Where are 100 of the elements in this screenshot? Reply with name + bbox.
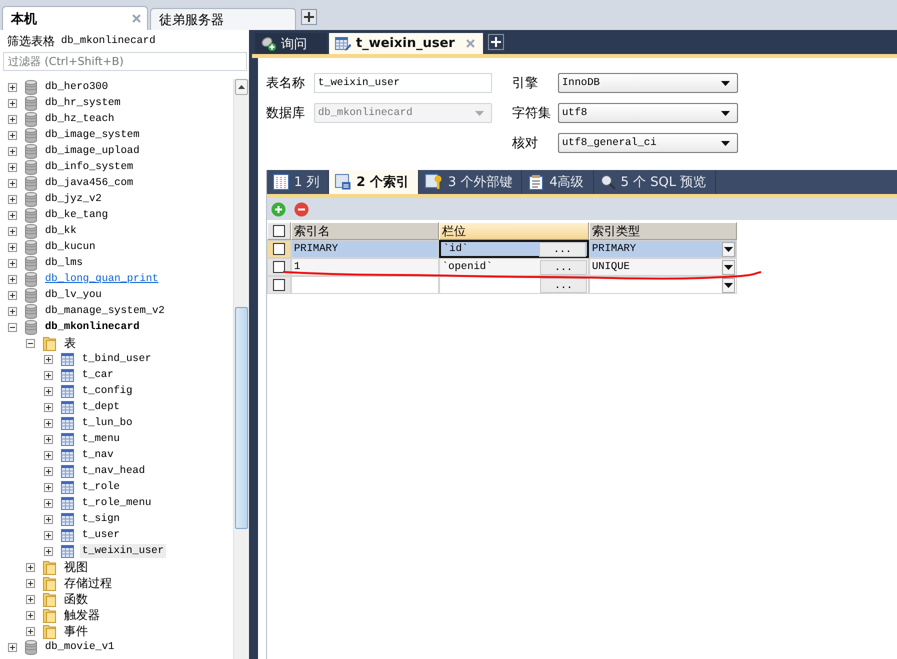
ellipsis-button[interactable]: ... — [540, 278, 587, 292]
tree-item[interactable]: db_kk — [43, 224, 79, 238]
tree-item[interactable]: db_java456_com — [43, 176, 136, 190]
column-header[interactable]: 栏位 — [439, 222, 589, 240]
expand-icon[interactable] — [8, 114, 17, 124]
scrollbar[interactable] — [233, 79, 249, 659]
dropdown-field[interactable]: InnoDB — [558, 73, 738, 93]
expand-icon[interactable] — [44, 402, 53, 412]
tree-item[interactable]: t_lun_bo — [80, 416, 134, 430]
checkbox[interactable] — [273, 279, 285, 291]
tree-item[interactable]: 视图 — [62, 560, 90, 574]
tree-item[interactable]: t_role_menu — [80, 496, 154, 510]
ellipsis-button[interactable]: ... — [539, 242, 586, 256]
expand-icon[interactable] — [44, 386, 53, 396]
expand-icon[interactable] — [8, 290, 17, 300]
dropdown-field[interactable]: utf8 — [558, 103, 738, 123]
text-field[interactable]: t_weixin_user — [314, 73, 492, 93]
checkbox[interactable] — [273, 261, 285, 273]
expand-icon[interactable] — [8, 194, 17, 204]
collapse-icon[interactable] — [26, 338, 35, 348]
editor-tab[interactable]: 询问 — [255, 33, 327, 54]
expand-icon[interactable] — [8, 146, 17, 156]
column-header[interactable]: 索引类型 — [589, 222, 737, 240]
tree-item[interactable]: 事件 — [62, 624, 90, 638]
expand-icon[interactable] — [44, 498, 53, 508]
editor-tab[interactable]: t_weixin_user — [329, 33, 483, 54]
section-tab[interactable]: 2 个索引 — [329, 170, 419, 194]
expand-icon[interactable] — [44, 370, 53, 380]
filter-field[interactable]: 过滤器 (Ctrl+Shift+B) — [3, 52, 247, 71]
tree-item[interactable]: db_image_upload — [43, 144, 142, 158]
tree-item[interactable]: t_user — [80, 528, 122, 542]
add-icon[interactable] — [271, 202, 286, 216]
tree-item[interactable]: 存储过程 — [62, 576, 114, 590]
dropdown-field[interactable]: UNIQUE — [589, 258, 737, 276]
new-tab-button[interactable] — [301, 9, 317, 25]
expand-icon[interactable] — [26, 594, 35, 604]
ellipsis-button[interactable]: ... — [540, 260, 587, 274]
tree-item[interactable]: 表 — [62, 336, 78, 350]
expand-icon[interactable] — [26, 626, 35, 636]
expand-icon[interactable] — [44, 514, 53, 524]
tree-item[interactable]: db_hr_system — [43, 96, 123, 110]
tree-item[interactable]: t_weixin_user — [80, 544, 166, 558]
expand-icon[interactable] — [44, 450, 53, 460]
tree-item[interactable]: db_kucun — [43, 240, 98, 254]
expand-icon[interactable] — [44, 466, 53, 476]
expand-icon[interactable] — [8, 306, 17, 316]
expand-icon[interactable] — [44, 354, 53, 364]
tree-item[interactable]: db_lms — [43, 256, 85, 270]
tree-item[interactable]: db_mkonlinecard — [43, 320, 142, 334]
expand-icon[interactable] — [44, 546, 53, 556]
tree-item[interactable]: t_dept — [80, 400, 122, 414]
remove-icon[interactable] — [294, 202, 309, 216]
expand-icon[interactable] — [8, 82, 17, 92]
tree-item[interactable]: t_car — [80, 368, 116, 382]
scroll-up-icon[interactable] — [238, 85, 245, 89]
checkbox[interactable] — [273, 243, 285, 255]
expand-icon[interactable] — [8, 162, 17, 172]
tree-item[interactable]: db_hz_teach — [43, 112, 116, 126]
expand-icon[interactable] — [26, 562, 35, 572]
expand-icon[interactable] — [8, 642, 17, 652]
tree-item[interactable]: 触发器 — [62, 608, 102, 622]
tree-item[interactable]: t_bind_user — [80, 352, 154, 366]
tree-item[interactable]: t_nav — [80, 448, 116, 462]
tree-item[interactable]: db_hero300 — [43, 80, 110, 94]
tree-item[interactable]: db_movie_v1 — [43, 640, 116, 654]
expand-icon[interactable] — [8, 274, 17, 284]
expand-icon[interactable] — [8, 130, 17, 140]
tree-item[interactable]: db_jyz_v2 — [43, 192, 104, 206]
tree-item[interactable]: db_manage_system_v2 — [43, 304, 167, 318]
tree-item[interactable]: t_sign — [80, 512, 122, 526]
expand-icon[interactable] — [8, 98, 17, 108]
checkbox[interactable] — [273, 225, 285, 237]
expand-icon[interactable] — [8, 226, 17, 236]
expand-icon[interactable] — [26, 578, 35, 588]
tree-item[interactable]: 函数 — [62, 592, 90, 606]
dropdown-field[interactable]: PRIMARY — [589, 240, 737, 258]
expand-icon[interactable] — [44, 530, 53, 540]
tree-item[interactable]: db_info_system — [43, 160, 136, 174]
connection-tab[interactable]: 徒弟服务器 — [150, 8, 296, 30]
tree-item[interactable]: t_config — [80, 384, 134, 398]
expand-icon[interactable] — [8, 178, 17, 188]
tree-item[interactable]: db_long_quan_print — [43, 272, 160, 286]
connection-tab[interactable]: 本机 — [2, 6, 148, 30]
tree-item[interactable]: t_nav_head — [80, 464, 148, 478]
collapse-icon[interactable] — [8, 322, 17, 332]
expand-icon[interactable] — [44, 482, 53, 492]
column-header[interactable]: 索引名 — [291, 222, 439, 240]
tree-item[interactable]: db_lv_you — [43, 288, 104, 302]
tree-item[interactable]: db_image_system — [43, 128, 142, 142]
tree-item[interactable]: t_role — [80, 480, 122, 494]
expand-icon[interactable] — [8, 242, 17, 252]
expand-icon[interactable] — [26, 610, 35, 620]
expand-icon[interactable] — [44, 418, 53, 428]
dropdown-field[interactable]: utf8_general_ci — [558, 133, 738, 153]
tree-item[interactable]: db_ke_tang — [43, 208, 110, 222]
expand-icon[interactable] — [8, 210, 17, 220]
new-tab-button[interactable] — [488, 34, 504, 50]
expand-icon[interactable] — [8, 258, 17, 268]
tree-item[interactable]: t_menu — [80, 432, 122, 446]
expand-icon[interactable] — [44, 434, 53, 444]
